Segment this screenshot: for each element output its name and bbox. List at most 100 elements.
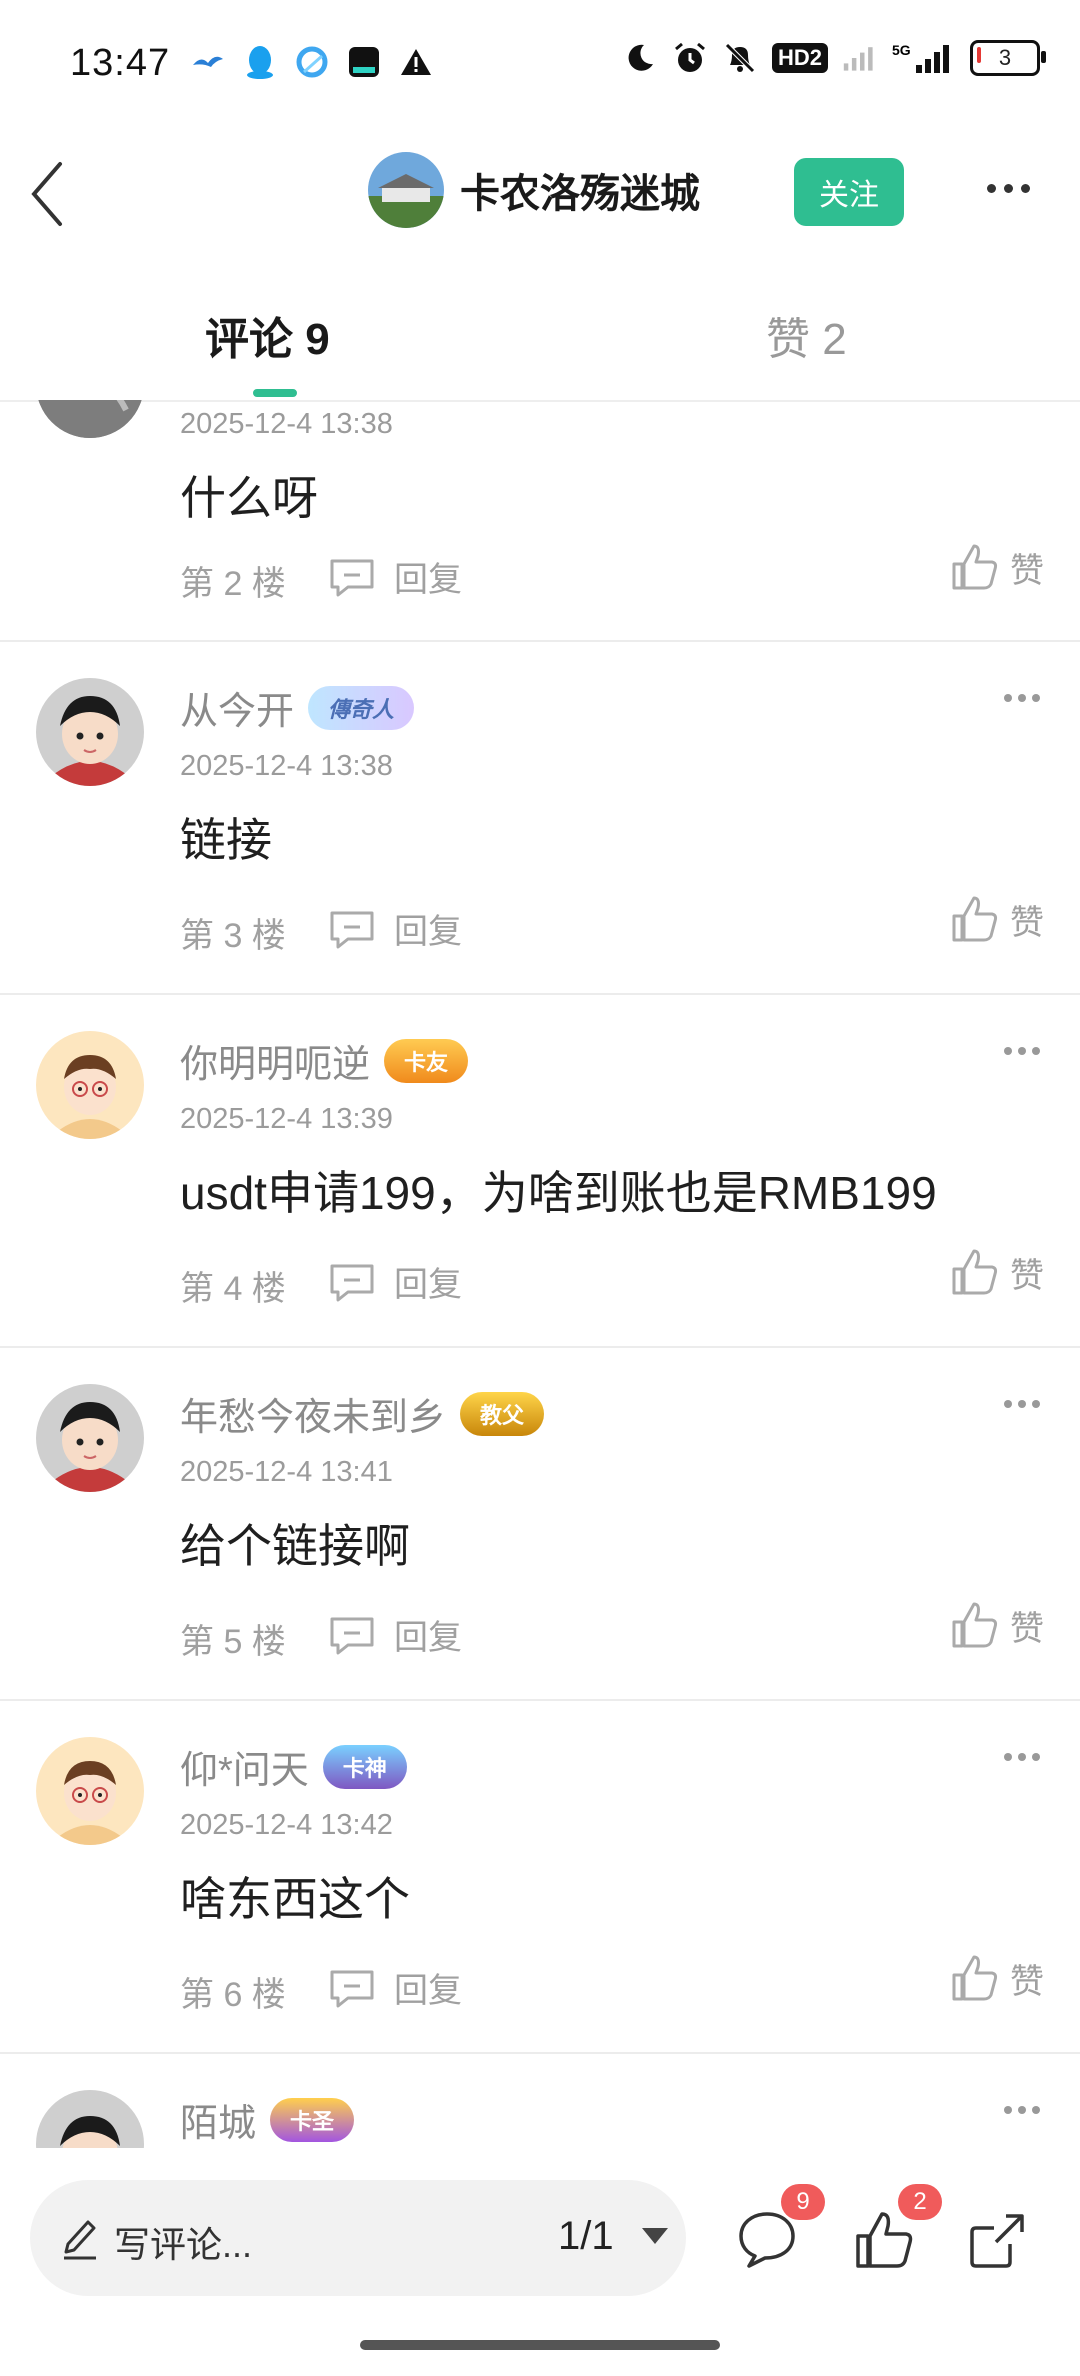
reply-label: 回复 [394, 913, 462, 951]
like-label: 赞 [1010, 903, 1044, 942]
pen-icon [64, 2220, 96, 2260]
comment-compose-box[interactable]: 写评论... 1/1 [30, 2180, 686, 2296]
comment-list[interactable]: 2025-12-4 13:38 什么呀 第 2 楼 回复 赞 从今开 傳奇人 2… [0, 400, 1080, 2148]
comment-item: 从今开 傳奇人 2025-12-4 13:38 链接 第 3 楼 回复 赞 [0, 642, 1080, 995]
warning-icon [398, 44, 434, 80]
more-icon [1004, 1400, 1012, 1408]
status-bar: 13:47 HD2 5G 3 [0, 0, 1080, 130]
avatar[interactable] [36, 2090, 144, 2148]
thumb-up-icon [952, 544, 998, 590]
comment-text: 链接 [180, 814, 272, 866]
share-button[interactable] [966, 2208, 1036, 2278]
comment-item: 陌城 卡圣 [0, 2054, 1080, 2148]
avatar[interactable] [36, 1031, 144, 1139]
battery-indicator: 3 [970, 40, 1046, 76]
author-name[interactable]: 卡农洛殇迷城 [460, 161, 700, 219]
compose-placeholder[interactable]: 写评论... [114, 2216, 252, 2268]
username[interactable]: 从今开 傳奇人 [180, 680, 415, 735]
comment-item: 年愁今夜未到乡 教父 2025-12-4 13:41 给个链接啊 第 5 楼 回… [0, 1348, 1080, 1701]
like-label: 赞 [1010, 1962, 1044, 2001]
more-icon [1004, 1047, 1012, 1055]
reply-icon [330, 1617, 374, 1654]
user-badge: 卡圣 [270, 2097, 355, 2142]
tab-likes[interactable]: 赞 2 [766, 303, 847, 367]
username-text: 从今开 [180, 691, 295, 733]
bird-app-icon [190, 44, 226, 80]
tab-comments[interactable]: 评论 9 [205, 303, 330, 367]
username-text: 陌城 [180, 2103, 257, 2145]
more-icon [1004, 2106, 1012, 2114]
reply-button[interactable]: 回复 [328, 904, 462, 953]
floor-number: 第 2 楼 [180, 565, 286, 603]
comment-time: 2025-12-4 13:38 [180, 408, 393, 440]
more-options-button[interactable] [980, 168, 1036, 208]
active-tab-indicator [253, 389, 297, 397]
comment-more-button[interactable] [1004, 1400, 1040, 1408]
mute-bell-icon [722, 40, 758, 76]
comment-time: 2025-12-4 13:42 [180, 1809, 393, 1841]
more-icon [1004, 694, 1012, 702]
like-label: 赞 [1010, 551, 1044, 590]
comment-text: 什么呀 [180, 472, 318, 524]
user-badge: 卡神 [322, 1744, 407, 1789]
back-button[interactable] [28, 158, 88, 228]
floor-number: 第 3 楼 [180, 917, 286, 955]
thumb-up-icon [952, 1955, 998, 2001]
signal-5g-icon: 5G [892, 40, 956, 76]
reply-icon [330, 911, 374, 948]
more-icon [1004, 1753, 1012, 1761]
like-button[interactable]: 赞 [950, 1600, 1044, 1650]
like-button[interactable]: 赞 [950, 1953, 1044, 2003]
username[interactable]: 仰*问天 卡神 [180, 1739, 407, 1794]
like-button[interactable]: 赞 [950, 894, 1044, 944]
avatar[interactable] [36, 678, 144, 786]
comments-button[interactable]: 9 [735, 2184, 825, 2278]
reply-label: 回复 [394, 561, 462, 599]
share-icon [970, 2214, 1024, 2268]
comment-item: 2025-12-4 13:38 什么呀 第 2 楼 回复 赞 [0, 400, 1080, 642]
thumb-up-icon [952, 896, 998, 942]
comment-time: 2025-12-4 13:38 [180, 750, 393, 782]
like-button[interactable]: 赞 [950, 542, 1044, 592]
reply-icon [330, 1264, 374, 1301]
username-text: 你明明呃逆 [180, 1044, 371, 1086]
comment-text: 给个链接啊 [180, 1520, 410, 1572]
author-info[interactable]: 卡农洛殇迷城 [368, 152, 700, 228]
user-badge: 傳奇人 [308, 685, 415, 730]
page-indicator[interactable]: 1/1 [558, 2214, 614, 2259]
reply-button[interactable]: 回复 [328, 1610, 462, 1659]
username[interactable]: 陌城 卡圣 [180, 2092, 355, 2147]
like-button[interactable]: 赞 [950, 1247, 1044, 1297]
chevron-down-icon[interactable] [642, 2228, 668, 2244]
reply-button[interactable]: 回复 [328, 1963, 462, 2012]
reply-button[interactable]: 回复 [328, 552, 462, 601]
comment-text: usdt申请199，为啥到账也是RMB199 [180, 1167, 937, 1219]
moon-icon [622, 40, 658, 76]
thumb-up-icon [952, 1249, 998, 1295]
avatar[interactable] [36, 1384, 144, 1492]
like-post-button[interactable]: 2 [852, 2184, 942, 2278]
avatar[interactable] [36, 400, 144, 438]
comment-item: 你明明呃逆 卡友 2025-12-4 13:39 usdt申请199，为啥到账也… [0, 995, 1080, 1348]
home-indicator[interactable] [360, 2340, 720, 2350]
floor-number: 第 6 楼 [180, 1976, 286, 2014]
comment-more-button[interactable] [1004, 1047, 1040, 1055]
follow-button[interactable]: 关注 [794, 158, 904, 226]
alarm-icon [672, 40, 708, 76]
user-badge: 卡友 [384, 1038, 469, 1083]
comment-more-button[interactable] [1004, 1753, 1040, 1761]
notification-icons [190, 44, 434, 80]
reply-button[interactable]: 回复 [328, 1257, 462, 1306]
app-badge-icon [346, 44, 382, 80]
comment-time: 2025-12-4 13:39 [180, 1103, 393, 1135]
browser-icon [294, 44, 330, 80]
comment-more-button[interactable] [1004, 2106, 1040, 2114]
avatar[interactable] [36, 1737, 144, 1845]
user-badge: 教父 [460, 1391, 545, 1436]
like-count-badge: 2 [898, 2184, 942, 2220]
reply-icon [330, 1970, 374, 2007]
username[interactable]: 年愁今夜未到乡 教父 [180, 1386, 545, 1441]
author-avatar[interactable] [368, 152, 444, 228]
comment-more-button[interactable] [1004, 694, 1040, 702]
username[interactable]: 你明明呃逆 卡友 [180, 1033, 469, 1088]
